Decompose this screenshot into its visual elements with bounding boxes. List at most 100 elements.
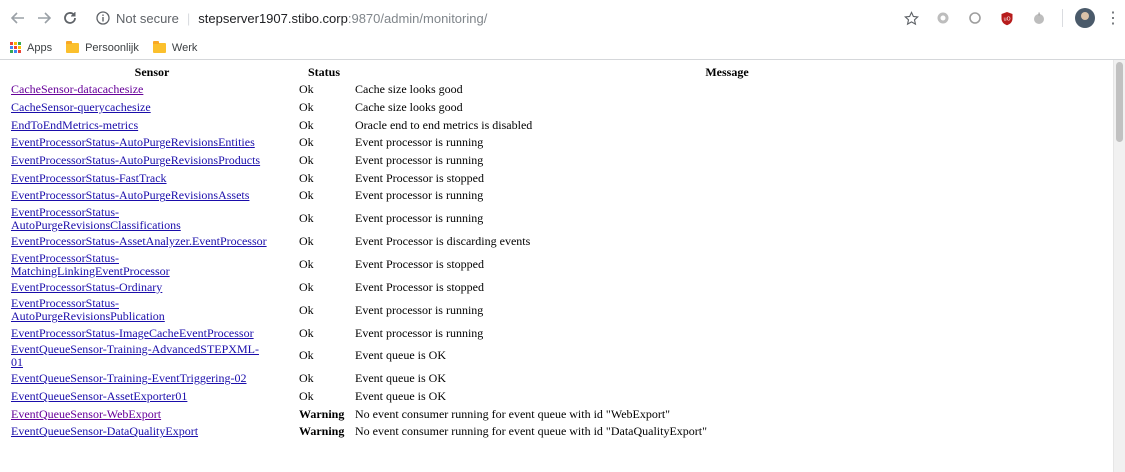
status-cell: Ok — [299, 82, 314, 97]
sensor-cell: EventProcessorStatus-ImageCacheEventProc… — [8, 324, 296, 342]
address-bar[interactable]: Not secure | stepserver1907.stibo.corp:9… — [88, 4, 884, 32]
status-cell: Ok — [299, 348, 314, 363]
message-cell: Event queue is OK — [355, 348, 446, 363]
sensor-link[interactable]: EventProcessorStatus-ImageCacheEventProc… — [11, 326, 254, 340]
table-row: CacheSensor-datacachesize Ok Cache size lo… — [8, 81, 1102, 99]
sensor-link-line: MatchingLinkingEventProcessor — [11, 263, 170, 278]
table-row: EventProcessorStatus-Ordinary Ok Event Pro… — [8, 279, 1102, 297]
status-cell: Ok — [299, 257, 314, 271]
bookmarks-bar: Apps Persoonlijk Werk — [0, 36, 1125, 60]
table-row: EventProcessorStatus-AutoPurgeRevisionsA… — [8, 187, 1102, 205]
bookmark-apps[interactable]: Apps — [10, 42, 52, 54]
status-cell: Ok — [299, 100, 314, 115]
sensor-cell: EventProcessorStatus- AutoPurgeRevisionsC… — [8, 205, 296, 233]
url-host: stepserver1907.stibo.corp — [198, 10, 348, 26]
monitoring-table: Sensor Status Message CacheSensor-dataca… — [8, 64, 1102, 441]
star-icon[interactable] — [900, 7, 922, 29]
sensor-link-line: EventProcessorStatus- — [11, 296, 119, 311]
table-row: EventQueueSensor-Training-AdvancedSTEPXM… — [8, 342, 1102, 370]
security-label: Not secure — [116, 10, 179, 26]
back-arrow-icon[interactable] — [6, 6, 30, 30]
extension-apple-icon[interactable] — [1028, 7, 1050, 29]
sensor-link-line: EventQueueSensor-Training-AdvancedSTEPXM… — [11, 341, 259, 356]
sensor-link[interactable]: EventProcessorStatus-AutoPurgeRevisionsE… — [11, 135, 255, 149]
table-row: EndToEndMetrics-metrics Ok Oracle end to e… — [8, 116, 1102, 134]
status-cell: Ok — [299, 234, 314, 249]
sensor-link[interactable]: EventQueueSensor-WebExport — [11, 407, 161, 421]
separator: | — [186, 10, 191, 26]
bookmark-persoonlijk[interactable]: Persoonlijk — [66, 40, 139, 54]
sensor-link[interactable]: EventProcessorStatus-AutoPurgeRevisionsA… — [11, 188, 249, 202]
sensor-link[interactable]: EventProcessorStatus- AutoPurgeRevisionsC… — [11, 205, 181, 232]
extensions-area: uO ⋮ — [890, 7, 1121, 29]
reload-icon[interactable] — [58, 6, 82, 30]
bookmark-label: Apps — [27, 41, 53, 54]
table-row: CacheSensor-querycachesize Ok Cache size l… — [8, 99, 1102, 117]
sensor-link[interactable]: EventProcessorStatus-FastTrack — [11, 171, 167, 185]
sensor-link[interactable]: EventQueueSensor-DataQualityExport — [11, 424, 198, 438]
sensor-link[interactable]: EventQueueSensor-Training-EventTriggerin… — [11, 371, 247, 385]
info-icon[interactable] — [96, 11, 110, 25]
table-row: EventProcessorStatus-ImageCacheEventProc… — [8, 324, 1102, 342]
message-cell: Event Processor is discarding events — [355, 234, 531, 249]
sensor-link[interactable]: EventProcessorStatus-AssetAnalyzer.Event… — [11, 234, 267, 248]
table-row: EventQueueSensor-Training-EventTriggerin… — [8, 370, 1102, 388]
forward-arrow-icon[interactable] — [32, 6, 56, 30]
sensor-link[interactable]: EndToEndMetrics-metrics — [11, 118, 138, 132]
extension-circle-icon[interactable] — [964, 7, 986, 29]
table-row: EventProcessorStatus-AutoPurgeRevisionsP… — [8, 152, 1102, 170]
sensor-link[interactable]: CacheSensor-datacachesize — [11, 82, 143, 96]
ublock-shield-icon[interactable]: uO — [996, 7, 1018, 29]
sensor-link[interactable]: EventQueueSensor-Training-AdvancedSTEPXM… — [11, 342, 259, 369]
column-header-sensor: Sensor — [134, 65, 170, 79]
table-header-row: Sensor Status Message — [8, 64, 1102, 81]
message-cell: Event processor is running — [355, 302, 484, 317]
status-cell: Warning — [299, 424, 345, 439]
sensor-link[interactable]: EventProcessorStatus- MatchingLinkingEven… — [11, 251, 170, 278]
sensor-cell: EventProcessorStatus- MatchingLinkingEven… — [8, 251, 296, 279]
message-cell: Cache size looks good — [355, 82, 463, 97]
sensor-cell: EventProcessorStatus-AutoPurgeRevisionsP… — [8, 296, 296, 324]
table-row: EventQueueSensor-AssetExporter01 Ok Event … — [8, 388, 1102, 406]
vertical-scrollbar[interactable] — [1113, 60, 1125, 472]
sensor-cell: EventProcessorStatus-AutoPurgeRevisionsP… — [8, 152, 296, 170]
message-cell: Event queue is OK — [355, 371, 446, 386]
sensor-link[interactable]: EventProcessorStatus-Ordinary — [11, 280, 162, 294]
bookmark-label: Persoonlijk — [85, 41, 139, 54]
sensor-link[interactable]: EventProcessorStatus-AutoPurgeRevisionsP… — [11, 153, 260, 167]
status-cell: Ok — [299, 117, 314, 132]
kebab-menu-icon[interactable]: ⋮ — [1105, 8, 1121, 28]
sensor-cell: EventQueueSensor-Training-EventTriggerin… — [8, 370, 296, 388]
status-cell: Ok — [299, 371, 314, 386]
message-cell: No event consumer running for event queu… — [355, 424, 708, 439]
sensor-cell: EventQueueSensor-AssetExporter01 — [8, 388, 296, 406]
sensor-link-line: AutoPurgeRevisionsPublication — [11, 309, 165, 324]
apps-grid-icon — [10, 42, 21, 53]
sensor-link-line: EventProcessorStatus- — [11, 250, 119, 265]
sensor-cell: EventProcessorStatus-Ordinary — [8, 279, 296, 297]
status-cell: Ok — [299, 279, 314, 294]
status-cell: Ok — [299, 325, 314, 340]
avatar[interactable] — [1075, 8, 1095, 28]
folder-icon — [66, 40, 80, 53]
scrollbar-thumb[interactable] — [1116, 62, 1123, 142]
table-row: EventProcessorStatus- AutoPurgeRevisionsC… — [8, 205, 1102, 233]
status-cell: Ok — [299, 170, 314, 185]
sensor-link[interactable]: CacheSensor-querycachesize — [11, 100, 151, 114]
extension-icon[interactable] — [932, 7, 954, 29]
table-body: CacheSensor-datacachesize Ok Cache size lo… — [8, 81, 1102, 441]
sensor-link[interactable]: EventQueueSensor-AssetExporter01 — [11, 389, 187, 403]
status-cell: Ok — [299, 302, 314, 317]
table-row: EventProcessorStatus- MatchingLinkingEven… — [8, 251, 1102, 279]
table-row: EventQueueSensor-WebExport Warning No even… — [8, 405, 1102, 423]
page-content: Sensor Status Message CacheSensor-dataca… — [0, 60, 1125, 472]
status-cell: Ok — [299, 188, 314, 203]
bookmark-werk[interactable]: Werk — [152, 40, 197, 54]
sensor-cell: EventProcessorStatus-AutoPurgeRevisionsA… — [8, 187, 296, 205]
sensor-cell: EventProcessorStatus-AutoPurgeRevisionsE… — [8, 134, 296, 152]
sensor-link[interactable]: EventProcessorStatus-AutoPurgeRevisionsP… — [11, 296, 165, 323]
message-cell: No event consumer running for event queu… — [355, 406, 671, 421]
message-cell: Event Processor is stopped — [355, 170, 484, 185]
message-cell: Event queue is OK — [355, 388, 446, 403]
sensor-link-line: EventProcessorStatus- — [11, 204, 119, 219]
